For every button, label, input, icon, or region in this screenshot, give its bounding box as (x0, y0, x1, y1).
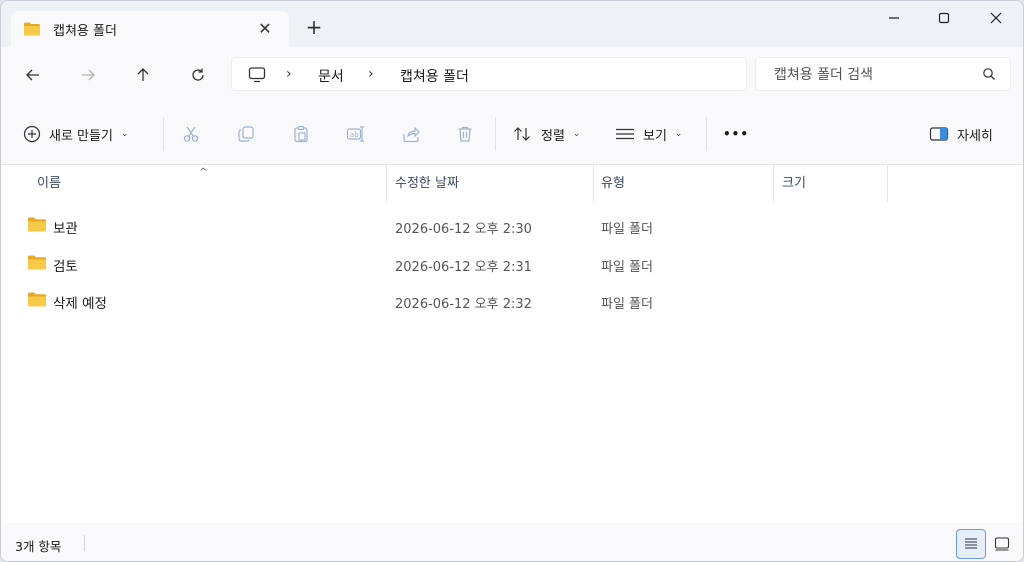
file-date-modified: 2026-06-12 오후 2:30 (395, 222, 532, 237)
table-row[interactable]: 검토 2026-06-12 오후 2:31 파일 폴더 (1, 245, 1023, 281)
clipboard-icon (294, 125, 308, 143)
arrow-right-icon (82, 69, 95, 81)
view-button[interactable]: 보기 ⌄ (615, 121, 682, 147)
refresh-button[interactable] (184, 61, 212, 89)
divider (495, 117, 496, 151)
file-type: 파일 폴더 (601, 297, 653, 312)
divider (163, 117, 164, 151)
computer-icon (248, 67, 266, 83)
status-bar: 3개 항목 (1, 523, 1023, 561)
scissors-icon (183, 126, 199, 142)
tab-title: 캡쳐용 폴더 (53, 24, 117, 39)
preview-view-button[interactable] (987, 529, 1017, 559)
title-bar: 캡쳐용 폴더 ✕ + (1, 1, 1023, 47)
delete-button[interactable] (453, 122, 477, 146)
column-header-name[interactable]: 이름 (37, 165, 61, 203)
column-header-date-modified[interactable]: 수정한 날짜 (395, 165, 459, 203)
preview-view-icon (994, 537, 1010, 551)
column-divider[interactable] (887, 165, 888, 203)
sort-button[interactable]: 정렬 ⌄ (513, 121, 580, 147)
share-button[interactable] (399, 122, 423, 146)
command-bar: 새로 만들기 ⌄ ab 정렬 ⌄ 보기 ⌄ ••• 자세히 (1, 103, 1023, 165)
maximize-button[interactable] (919, 1, 969, 35)
share-icon (403, 126, 420, 143)
rename-button[interactable]: ab (344, 122, 368, 146)
sort-label: 정렬 (541, 128, 565, 144)
column-header-size[interactable]: 크기 (782, 165, 806, 203)
minimize-icon (889, 17, 899, 19)
search-input[interactable] (774, 65, 974, 85)
file-date-modified: 2026-06-12 오후 2:32 (395, 297, 532, 312)
table-row[interactable]: 보관 2026-06-12 오후 2:30 파일 폴더 (1, 207, 1023, 243)
file-type: 파일 폴더 (601, 260, 653, 275)
column-divider[interactable] (593, 165, 594, 203)
file-name: 보관 (53, 221, 78, 237)
chevron-down-icon: ⌄ (674, 129, 683, 139)
close-window-button[interactable] (971, 1, 1021, 35)
divider (706, 117, 707, 151)
divider (84, 535, 85, 551)
cut-button[interactable] (179, 122, 203, 146)
folder-icon (28, 292, 46, 307)
tab-active[interactable]: 캡쳐용 폴더 ✕ (11, 11, 289, 47)
up-button[interactable] (129, 61, 157, 89)
sort-icon (514, 127, 530, 141)
search-box[interactable] (755, 57, 1011, 91)
close-tab-button[interactable]: ✕ (253, 17, 277, 41)
chevron-down-icon: ⌄ (572, 129, 581, 139)
close-icon (990, 12, 1002, 24)
arrow-left-icon (26, 69, 39, 81)
folder-icon (28, 255, 46, 270)
breadcrumb-documents[interactable]: 문서 (318, 66, 344, 86)
navigation-bar: › 문서 › 캡쳐용 폴더 (1, 47, 1023, 103)
chevron-right-icon: › (286, 66, 292, 82)
paste-button[interactable] (289, 122, 313, 146)
chevron-right-icon: › (368, 66, 374, 82)
view-label: 보기 (643, 128, 667, 144)
details-label: 자세히 (957, 128, 993, 144)
details-pane-button[interactable]: 자세히 (929, 121, 993, 147)
file-list: ^ 이름 수정한 날짜 유형 크기 보관 2026-06-12 오후 2:30 … (1, 165, 1023, 523)
file-type: 파일 폴더 (601, 222, 653, 237)
plus-circle-icon (23, 125, 41, 143)
trash-icon (458, 126, 472, 142)
copy-icon (238, 126, 254, 142)
chevron-down-icon: ⌄ (120, 129, 129, 139)
details-pane-icon (929, 127, 949, 141)
details-view-icon (965, 538, 977, 549)
file-name: 검토 (53, 259, 78, 275)
list-view-icon (616, 128, 634, 140)
rename-icon: ab (346, 126, 364, 142)
column-divider[interactable] (773, 165, 774, 203)
new-button-label: 새로 만들기 (49, 128, 113, 144)
item-count: 3개 항목 (15, 539, 62, 554)
file-explorer-window: 캡쳐용 폴더 ✕ + › 문서 › 캡쳐용 폴더 캡쳐용 폴더 검색 새로 만들… (0, 0, 1024, 562)
folder-icon (28, 217, 46, 232)
address-bar[interactable]: › 문서 › 캡쳐용 폴더 (231, 57, 747, 91)
column-header-type[interactable]: 유형 (601, 165, 625, 203)
folder-icon (24, 22, 40, 36)
column-divider[interactable] (386, 165, 387, 203)
file-name: 삭제 예정 (53, 296, 107, 312)
details-view-button[interactable] (956, 529, 986, 559)
table-row[interactable]: 삭제 예정 2026-06-12 오후 2:32 파일 폴더 (1, 282, 1023, 318)
file-date-modified: 2026-06-12 오후 2:31 (395, 260, 532, 275)
breadcrumb-current-folder[interactable]: 캡쳐용 폴더 (400, 66, 469, 86)
forward-button[interactable] (74, 61, 102, 89)
svg-text:ab: ab (350, 131, 359, 139)
arrow-up-icon (137, 68, 149, 81)
search-icon (983, 68, 995, 80)
refresh-icon (192, 68, 204, 81)
minimize-button[interactable] (869, 1, 919, 35)
more-options-button[interactable]: ••• (723, 121, 749, 147)
maximize-icon (938, 12, 950, 24)
back-button[interactable] (19, 61, 47, 89)
sort-ascending-icon: ^ (199, 167, 208, 178)
copy-button[interactable] (234, 122, 258, 146)
new-button[interactable]: 새로 만들기 ⌄ (23, 121, 128, 147)
new-tab-button[interactable]: + (301, 15, 327, 41)
